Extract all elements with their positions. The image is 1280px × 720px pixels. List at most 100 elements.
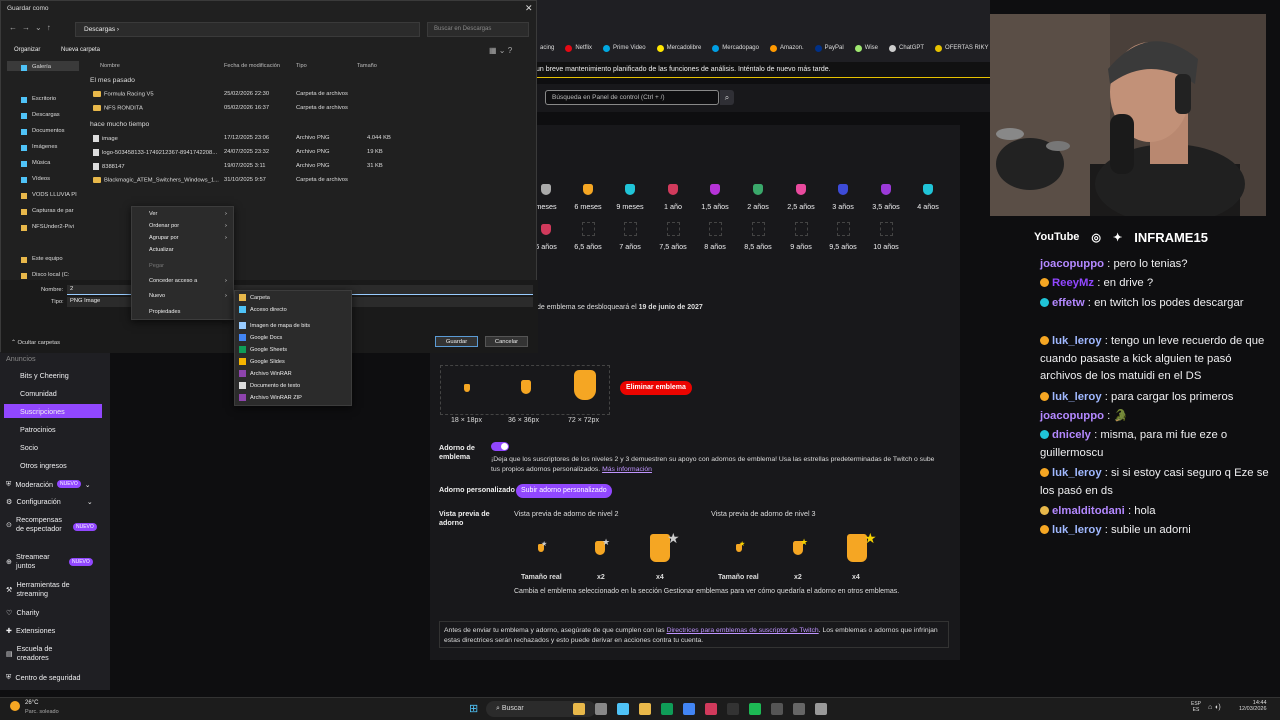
file-row[interactable]: 8388147 [93,163,125,170]
sidebar-item-otros-ingresos[interactable]: Otros ingresos [20,461,67,470]
nav-item[interactable]: Vídeos [32,176,50,182]
more-info-link[interactable]: Más información [602,466,652,473]
chat-username[interactable]: ReeyMz [1052,277,1094,289]
chat-username[interactable]: luk_leroy [1052,524,1102,536]
emblem-slot[interactable] [709,222,722,236]
taskbar-app-icon[interactable] [793,703,805,715]
sidebar-item-configuracion[interactable]: ⚙ Configuración ⌄ [6,497,93,506]
system-tray-icons[interactable]: ⌂ ◖) [1208,704,1221,711]
emblem-image[interactable] [838,184,848,195]
bookmark-item[interactable]: PayPal [814,44,844,52]
chat-username[interactable]: luk_leroy [1052,335,1102,347]
context-menu-item[interactable]: Nuevo [149,293,165,299]
emblem-slot[interactable] [795,222,808,236]
taskbar-app-icon[interactable] [595,703,607,715]
nav-item[interactable]: Este equipo [32,256,63,262]
emblem-slot[interactable] [624,222,637,236]
guidelines-link[interactable]: Directrices para emblemas de suscriptor … [667,627,819,634]
nav-item[interactable]: VODS LLUVIA PI [32,192,77,198]
chat-username[interactable]: joacopuppo [1040,410,1104,422]
context-menu-item[interactable]: Conceder acceso a [149,278,197,284]
file-row[interactable]: NFS RONDITA [93,105,143,112]
nav-item[interactable]: Documentos [32,128,65,134]
close-icon[interactable]: ✕ [525,3,533,14]
bookmark-item[interactable]: Prime Video [603,44,646,52]
file-row[interactable]: Formula Racing V5 [93,91,154,98]
new-folder-button[interactable]: Nueva carpeta [61,47,100,53]
submenu-item[interactable]: Imagen de mapa de bits [239,322,310,329]
nav-item[interactable]: Escritorio [32,96,56,102]
view-icon[interactable]: ▦ ⌄ ? [489,46,512,55]
nav-item[interactable]: Capturas de par [32,208,74,214]
save-button[interactable]: Guardar [435,336,478,347]
adorno-toggle[interactable] [491,442,509,451]
file-row[interactable]: logo-503458133-1749212367-8941742208... [93,149,217,156]
bookmark-item[interactable]: Mercadopago [712,44,759,52]
nav-item[interactable]: Galería [32,64,51,70]
sidebar-item-centro-seguridad[interactable]: ⛨ Centro de seguridad [6,672,81,682]
chat-username[interactable]: luk_leroy [1052,467,1102,479]
taskbar-app-icon[interactable] [771,703,783,715]
chat-username[interactable]: joacopuppo [1040,258,1104,270]
emblem-image[interactable] [923,184,933,195]
taskbar-app-icon[interactable] [683,703,695,715]
emblem-slot[interactable] [880,222,893,236]
taskbar-app-icon[interactable] [815,703,827,715]
address-bar[interactable]: Descargas › [75,22,420,37]
breadcrumb-descargas[interactable]: Descargas [84,26,115,33]
context-menu-item[interactable]: Ordenar por [149,223,179,229]
sidebar-item-herramientas[interactable]: ⚒ Herramientas de streaming [6,580,86,598]
bookmark-item[interactable]: Mercadolibre [656,44,701,52]
emblem-image[interactable] [541,224,551,235]
nav-item[interactable]: NFSUnder2-Pivi [32,224,74,230]
file-row[interactable]: Blackmagic_ATEM_Switchers_Windows_1... [93,177,219,184]
emblem-slot[interactable] [667,222,680,236]
emblem-image[interactable] [796,184,806,195]
column-type[interactable]: Tipo [296,63,307,69]
sidebar-item-charity[interactable]: ♡ Charity [6,608,39,617]
emblem-image[interactable] [881,184,891,195]
taskbar-app-icon[interactable] [705,703,717,715]
submenu-item[interactable]: Google Slides [239,358,285,365]
sidebar-item-moderacion[interactable]: ⛨ Moderación NUEVO ⌄ [6,479,91,489]
submenu-item[interactable]: Archivo WinRAR ZIP [239,394,302,401]
chat-username[interactable]: elmalditodani [1052,505,1125,517]
organize-button[interactable]: Organizar [14,47,40,53]
dashboard-search-input[interactable]: Búsqueda en Panel de control (Ctrl + /) [545,90,719,105]
column-name[interactable]: Nombre [100,63,120,69]
column-size[interactable]: Tamaño [357,63,377,69]
file-row[interactable]: image [93,135,118,142]
taskbar-app-icon[interactable] [617,703,629,715]
taskbar-app-icon[interactable] [661,703,673,715]
submenu-item[interactable]: Documento de texto [239,382,300,389]
emblem-image[interactable] [753,184,763,195]
sidebar-item-anuncios[interactable]: Anuncios [6,354,36,363]
sidebar-item-patrocinios[interactable]: Patrocinios [20,425,56,434]
context-menu-item[interactable]: Propiedades [149,309,180,315]
emblem-image[interactable] [625,184,635,195]
emblem-slot[interactable] [752,222,765,236]
nav-item[interactable]: Descargas [32,112,60,118]
bookmark-item[interactable]: Wise [854,44,878,52]
bookmark-item[interactable]: OFERTAS RIKY S [935,44,994,52]
nav-item[interactable]: Disco local (C: [32,272,69,278]
search-icon[interactable]: ⌕ [720,90,734,105]
language-indicator[interactable]: ESP ES [1191,701,1201,713]
taskbar-app-icon[interactable] [573,703,585,715]
column-date[interactable]: Fecha de modificación [224,63,280,69]
context-menu-item[interactable]: Ver [149,211,157,217]
context-menu-item[interactable]: Agrupar por [149,235,179,241]
weather-temp[interactable]: 26°C [25,700,38,706]
chat-username[interactable]: dnicely [1052,429,1091,441]
submenu-item[interactable]: Carpeta [239,294,270,301]
sidebar-item-escuela[interactable]: ▤ Escuela de creadores [6,644,66,662]
sidebar-item-extensiones[interactable]: ✚ Extensiones [6,626,55,635]
group-header[interactable]: hace mucho tiempo [90,121,149,128]
submenu-item[interactable]: Google Sheets [239,346,287,353]
submenu-item[interactable]: Google Docs [239,334,282,341]
windows-start-icon[interactable]: ⊞ [469,702,478,715]
nav-item[interactable]: Imágenes [32,144,57,150]
nav-item[interactable]: Música [32,160,50,166]
submenu-item[interactable]: Acceso directo [239,306,287,313]
emblem-image[interactable] [668,184,678,195]
